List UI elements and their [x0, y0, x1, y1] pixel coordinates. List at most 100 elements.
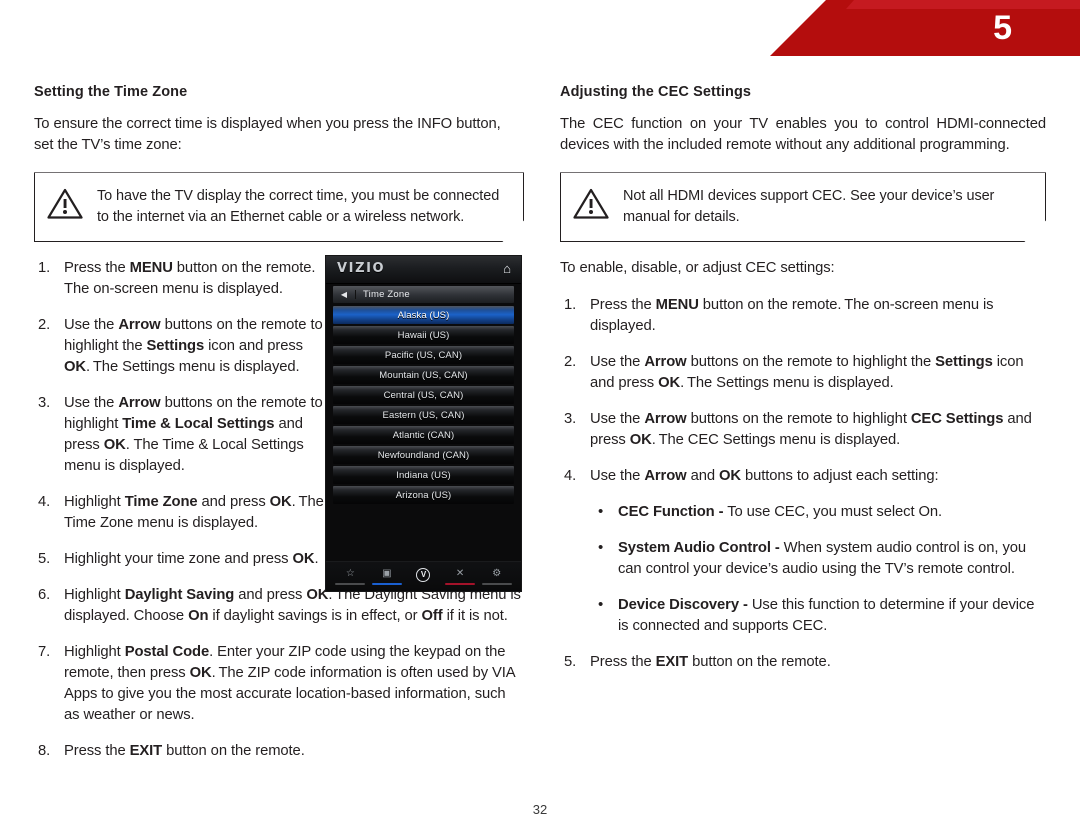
step-item: 3. Use the Arrow buttons on the remote to… — [560, 409, 1046, 451]
step-number: 3. — [564, 411, 577, 428]
warning-triangle-icon — [573, 188, 609, 224]
step-text: Use the Arrow buttons on the remote to h… — [64, 317, 323, 376]
right-intro-paragraph: The CEC function on your TV enables you … — [560, 116, 1046, 154]
step-text: Highlight Time Zone and press OK. The Ti… — [64, 494, 324, 532]
step-number: 5. — [38, 551, 51, 568]
tv-nav-gear-icon[interactable]: ⚙ — [481, 567, 512, 586]
cec-settings-bullets: • CEC Function - To use CEC, you must sel… — [590, 502, 1046, 637]
right-note-text: Not all HDMI devices support CEC. See yo… — [623, 188, 995, 226]
tv-timezone-list: Alaska (US) Hawaii (US) Pacific (US, CAN) M… — [326, 306, 521, 504]
step-number: 6. — [38, 587, 51, 604]
step-item: 2. Use the Arrow buttons on the remote to… — [34, 315, 332, 378]
step-item: 7. Highlight Postal Code. Enter your ZIP … — [34, 642, 524, 726]
warning-triangle-icon — [47, 188, 83, 224]
page-header-banner: 5 — [0, 0, 1080, 56]
tv-menu-title: Time Zone — [363, 289, 410, 300]
step-text: Use the Arrow buttons on the remote to h… — [64, 395, 323, 475]
step-text: Use the Arrow buttons on the remote to h… — [590, 411, 1032, 449]
step-text: Press the MENU button on the remote. The… — [64, 260, 319, 298]
step-number: 4. — [38, 494, 51, 511]
bullet-text: System Audio Control - When system audio… — [618, 540, 1026, 578]
vizio-v-icon: V — [408, 567, 438, 582]
tv-nav-star-icon[interactable]: ☆ — [335, 567, 366, 586]
chevron-left-icon[interactable]: ◀ — [333, 290, 356, 299]
tv-nav-underline — [335, 582, 366, 586]
tv-nav-close-x-icon[interactable]: ✕ — [445, 567, 476, 586]
tv-timezone-row[interactable]: Newfoundland (CAN) — [333, 446, 514, 464]
step-number: 1. — [564, 297, 577, 314]
tv-bottom-navbar: ☆ ▣ V ✕ ⚙ — [326, 561, 521, 591]
tv-timezone-row[interactable]: Alaska (US) — [333, 306, 514, 324]
step-text: Press the EXIT button on the remote. — [64, 743, 305, 760]
step-text: Press the EXIT button on the remote. — [590, 654, 831, 671]
step-text: Press the MENU button on the remote. The… — [590, 297, 994, 335]
home-icon[interactable]: ⌂ — [503, 262, 511, 275]
tv-nav-underline — [481, 582, 512, 586]
right-steps-list: 1. Press the MENU button on the remote. T… — [560, 295, 1046, 673]
step-number: 7. — [38, 644, 51, 661]
tv-nav-picture-icon[interactable]: ▣ — [371, 567, 402, 586]
bullet-dot-icon: • — [598, 539, 604, 557]
right-note-box: Not all HDMI devices support CEC. See yo… — [560, 172, 1046, 242]
banner-accent-stripe — [846, 0, 1080, 9]
left-steps-list-continued: 6. Highlight Daylight Saving and press OK… — [34, 585, 524, 762]
tv-timezone-row[interactable]: Atlantic (CAN) — [333, 426, 514, 444]
tv-timezone-row[interactable]: Pacific (US, CAN) — [333, 346, 514, 364]
tv-timezone-row[interactable]: Hawaii (US) — [333, 326, 514, 344]
step-text: Use the Arrow and OK buttons to adjust e… — [590, 468, 939, 485]
bullet-item: • Device Discovery - Use this function to… — [590, 595, 1046, 637]
step-text: Highlight Postal Code. Enter your ZIP co… — [64, 644, 515, 724]
left-intro-paragraph: To ensure the correct time is displayed … — [34, 116, 501, 154]
step-item: 3. Use the Arrow buttons on the remote to… — [34, 393, 332, 477]
star-icon: ☆ — [345, 567, 355, 579]
bullet-dot-icon: • — [598, 596, 604, 614]
tv-nav-underline — [408, 583, 438, 586]
step-item: 4. Use the Arrow and OK buttons to adjust… — [560, 466, 1046, 637]
tv-timezone-row[interactable]: Eastern (US, CAN) — [333, 406, 514, 424]
page-number: 32 — [532, 802, 548, 817]
step-number: 3. — [38, 395, 51, 412]
step-item: 1. Press the MENU button on the remote. T… — [560, 295, 1046, 337]
left-note-box: To have the TV display the correct time,… — [34, 172, 524, 242]
tv-timezone-row[interactable]: Arizona (US) — [333, 486, 514, 504]
step-number: 2. — [38, 317, 51, 334]
bullet-item: • System Audio Control - When system audi… — [590, 538, 1046, 580]
bullet-dot-icon: • — [598, 503, 604, 521]
bullet-item: • CEC Function - To use CEC, you must sel… — [590, 502, 1046, 523]
bullet-text: CEC Function - To use CEC, you must sele… — [618, 504, 943, 521]
left-section-heading: Setting the Time Zone — [34, 84, 188, 100]
left-note-text: To have the TV display the correct time,… — [97, 188, 500, 226]
vizio-logo: VIZIO — [337, 261, 386, 276]
tv-nav-underline — [445, 582, 476, 586]
chapter-number: 5 — [993, 9, 1012, 47]
bullet-text: Device Discovery - Use this function to … — [618, 597, 1035, 635]
right-lead-in-paragraph: To enable, disable, or adjust CEC settin… — [560, 260, 835, 277]
step-number: 5. — [564, 654, 577, 671]
close-x-icon: ✕ — [455, 567, 465, 579]
step-text: Use the Arrow buttons on the remote to h… — [590, 354, 1024, 392]
right-section-heading: Adjusting the CEC Settings — [560, 84, 752, 100]
step-item: 5. Press the EXIT button on the remote. — [560, 652, 1046, 673]
tv-menu-titlebar: ◀ Time Zone — [333, 286, 514, 303]
tv-timezone-row[interactable]: Indiana (US) — [333, 466, 514, 484]
tv-timezone-row[interactable]: Mountain (US, CAN) — [333, 366, 514, 384]
step-text: Highlight your time zone and press OK. — [64, 551, 319, 568]
step-item: 5. Highlight your time zone and press OK. — [34, 549, 332, 570]
step-number: 4. — [564, 468, 577, 485]
tv-menu-screenshot: VIZIO ⌂ ◀ Time Zone Alaska (US) Hawaii (U… — [325, 255, 522, 592]
step-text: Highlight Daylight Saving and press OK. … — [64, 587, 521, 625]
gear-icon: ⚙ — [492, 567, 502, 579]
step-number: 1. — [38, 260, 51, 277]
tv-nav-underline — [371, 582, 402, 586]
vizio-v-icon: V — [416, 567, 431, 582]
step-number: 8. — [38, 743, 51, 760]
picture-icon: ▣ — [382, 567, 392, 579]
step-item: 8. Press the EXIT button on the remote. — [34, 741, 524, 762]
step-item: 1. Press the MENU button on the remote. T… — [34, 258, 332, 300]
tv-nav-vizio-v-icon[interactable]: V — [408, 567, 438, 586]
tv-timezone-row[interactable]: Central (US, CAN) — [333, 386, 514, 404]
step-item: 4. Highlight Time Zone and press OK. The … — [34, 492, 332, 534]
right-column: Adjusting the CEC Settings The CEC funct… — [560, 84, 1046, 688]
tv-top-bar: VIZIO ⌂ — [326, 256, 521, 284]
step-item: 2. Use the Arrow buttons on the remote to… — [560, 352, 1046, 394]
